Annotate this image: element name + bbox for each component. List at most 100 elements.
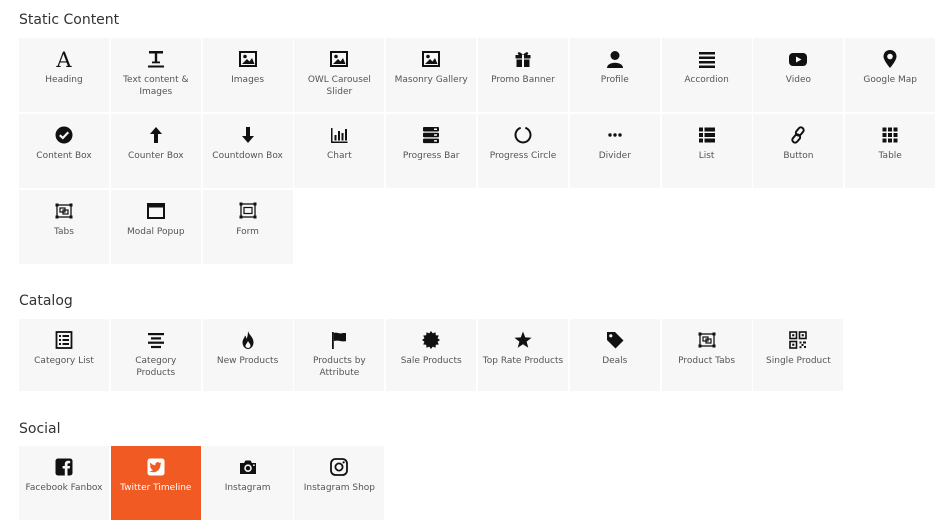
- widget-tile-label: Progress Bar: [402, 151, 460, 161]
- widget-tile-text-content-and-images[interactable]: Text content & Images: [110, 38, 201, 112]
- widget-tile-label: Category List: [34, 356, 94, 366]
- fire-icon: [203, 329, 293, 351]
- widget-tile-label: Chart: [327, 151, 352, 161]
- star-icon: [478, 329, 568, 351]
- widget-tile-label: Progress Circle: [489, 151, 557, 161]
- section-title-static: Static Content: [19, 12, 120, 28]
- window-icon: [111, 200, 201, 222]
- widget-tile-label: Content Box: [36, 151, 92, 161]
- widget-tile-table[interactable]: Table: [845, 114, 936, 188]
- widget-tile-progress-circle[interactable]: Progress Circle: [478, 114, 568, 188]
- qrcode-icon: [753, 329, 843, 351]
- widget-tile-label: Promo Banner: [491, 75, 555, 85]
- widget-tile-label: Products by Attribute: [313, 356, 366, 378]
- image-icon: [294, 48, 384, 70]
- widget-tile-label: Top Rate Products: [482, 356, 564, 366]
- widget-tile-masonry-gallery[interactable]: Masonry Gallery: [386, 38, 477, 112]
- bar-chart-icon: [294, 124, 384, 146]
- facebook-icon: [19, 456, 109, 478]
- widget-tile-promo-banner[interactable]: Promo Banner: [478, 38, 568, 112]
- widget-tile-owl-carousel-slider[interactable]: OWL Carousel Slider: [294, 38, 385, 112]
- map-marker-icon: [845, 48, 935, 70]
- widget-tile-category-list[interactable]: Category List: [19, 319, 109, 391]
- widget-tile-profile[interactable]: Profile: [569, 38, 660, 112]
- widget-tile-accordion[interactable]: Accordion: [661, 38, 752, 112]
- widget-tile-top-rate-products[interactable]: Top Rate Products: [478, 319, 568, 391]
- table-grid-icon: [845, 124, 935, 146]
- tag-icon: [570, 329, 660, 351]
- widget-tile-label: Countdown Box: [212, 151, 283, 161]
- widget-tile-facebook-fanbox[interactable]: Facebook Fanbox: [19, 446, 109, 520]
- user-icon: [570, 48, 660, 70]
- text-content-icon: [111, 48, 201, 70]
- instagram-icon: [294, 456, 384, 478]
- widget-tile-images[interactable]: Images: [202, 38, 293, 112]
- widget-tile-label: List: [698, 151, 715, 161]
- flag-icon: [294, 329, 384, 351]
- widget-tile-google-map[interactable]: Google Map: [845, 38, 936, 112]
- server-icon: [386, 124, 476, 146]
- widget-tile-label: New Products: [216, 356, 279, 366]
- widget-tile-label: Google Map: [863, 75, 917, 85]
- widget-tile-label: Tabs: [54, 227, 74, 237]
- widget-tile-twitter-timeline[interactable]: Twitter Timeline: [110, 446, 201, 520]
- twitter-icon: [111, 456, 201, 478]
- widget-tile-label: OWL Carousel Slider: [307, 75, 371, 97]
- widget-tile-chart[interactable]: Chart: [294, 114, 385, 188]
- widget-tile-products-by-attribute[interactable]: Products by Attribute: [294, 319, 385, 391]
- widget-tile-product-tabs[interactable]: Product Tabs: [661, 319, 752, 391]
- widget-tile-divider[interactable]: Divider: [569, 114, 660, 188]
- widget-tile-video[interactable]: Video: [753, 38, 844, 112]
- svg-text:A: A: [55, 48, 72, 70]
- section-title-social: Social: [19, 421, 61, 437]
- widget-tile-label: Text content & Images: [123, 75, 189, 97]
- widget-tile-label: Table: [878, 151, 902, 161]
- widget-tile-form[interactable]: Form: [202, 190, 293, 264]
- list-alt-icon: [19, 329, 109, 351]
- widget-tile-label: Sale Products: [400, 356, 462, 366]
- circle-notch-icon: [478, 124, 568, 146]
- list-icon: [662, 124, 752, 146]
- arrow-up-icon: [111, 124, 201, 146]
- widget-tile-heading[interactable]: A Heading: [19, 38, 109, 112]
- widget-tile-label: Deals: [602, 356, 628, 366]
- widget-tile-progress-bar[interactable]: Progress Bar: [386, 114, 477, 188]
- image-icon: [203, 48, 293, 70]
- widget-tile-list[interactable]: List: [661, 114, 752, 188]
- widget-tile-label: Form: [236, 227, 259, 237]
- ellipsis-icon: [570, 124, 660, 146]
- widget-tile-sale-products[interactable]: Sale Products: [386, 319, 477, 391]
- object-group-icon: [662, 329, 752, 351]
- section-title-catalog: Catalog: [19, 293, 73, 309]
- widget-tile-content-box[interactable]: Content Box: [19, 114, 109, 188]
- widget-tile-new-products[interactable]: New Products: [202, 319, 293, 391]
- widget-tile-counter-box[interactable]: Counter Box: [110, 114, 201, 188]
- object-group-icon: [19, 200, 109, 222]
- widget-tile-label: Modal Popup: [126, 227, 185, 237]
- widget-tile-label: Divider: [598, 151, 631, 161]
- widget-tile-label: Category Products: [135, 356, 177, 378]
- check-circle-icon: [19, 124, 109, 146]
- widget-tile-label: Video: [785, 75, 811, 85]
- widget-tile-countdown-box[interactable]: Countdown Box: [202, 114, 293, 188]
- widget-tile-label: Counter Box: [128, 151, 184, 161]
- widget-tile-label: Twitter Timeline: [120, 483, 192, 493]
- widget-tile-instagram-shop[interactable]: Instagram Shop: [294, 446, 385, 520]
- widget-tile-category-products[interactable]: Category Products: [110, 319, 201, 391]
- widget-tile-label: Button: [783, 151, 814, 161]
- widget-tile-label: Masonry Gallery: [394, 75, 468, 85]
- widget-tile-deals[interactable]: Deals: [569, 319, 660, 391]
- widget-tile-label: Profile: [600, 75, 629, 85]
- link-icon: [753, 124, 843, 146]
- widget-tile-button[interactable]: Button: [753, 114, 844, 188]
- widget-tile-tabs[interactable]: Tabs: [19, 190, 109, 264]
- widget-tile-label: Images: [231, 75, 265, 85]
- widget-tile-single-product[interactable]: Single Product: [753, 319, 844, 391]
- camera-icon: [203, 456, 293, 478]
- widget-tile-label: Single Product: [766, 356, 831, 366]
- widget-tile-modal-popup[interactable]: Modal Popup: [110, 190, 201, 264]
- widget-tile-label: Instagram Shop: [303, 483, 376, 493]
- arrow-down-icon: [203, 124, 293, 146]
- object-ungroup-icon: [203, 200, 293, 222]
- widget-tile-instagram[interactable]: Instagram: [202, 446, 293, 520]
